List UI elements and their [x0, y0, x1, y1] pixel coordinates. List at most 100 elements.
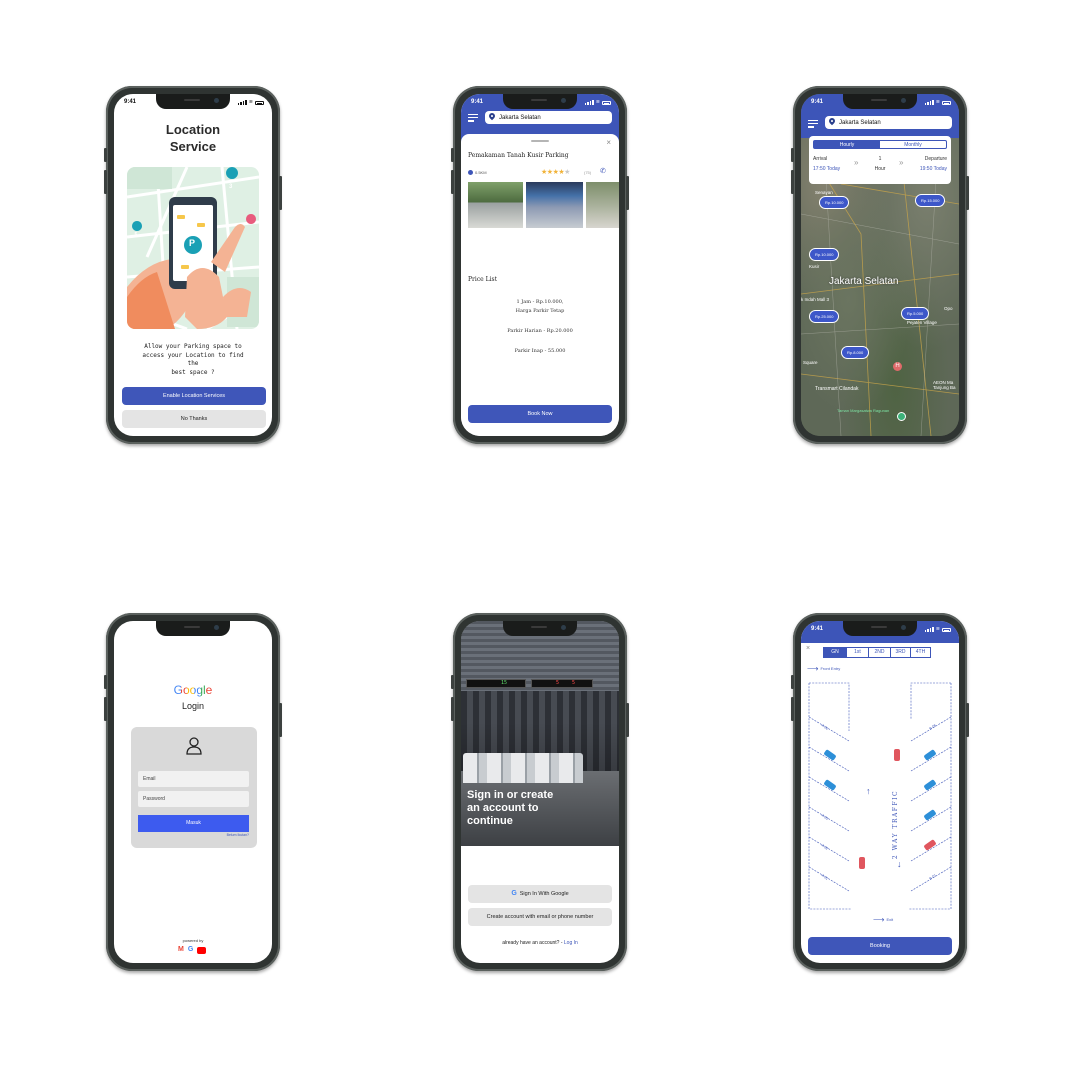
parking-sign: 5 5	[531, 679, 593, 688]
desc-line: the	[187, 360, 199, 367]
price-list-title: Price List	[468, 276, 498, 283]
screen-signin: 15 5 5 Sign in or create an account to c…	[461, 621, 619, 963]
arrival-block[interactable]: Arrival 17:50 Today	[813, 154, 840, 174]
tab-floor[interactable]: GN	[824, 648, 846, 657]
search-input[interactable]: Jakarta Selatan	[485, 111, 612, 124]
sign-count: 5	[556, 680, 560, 686]
phone-map: Senayan Kusir k Indah Mall 3 Square Tran…	[791, 86, 969, 444]
price-tag[interactable]: Rp.10.000	[819, 196, 850, 209]
menu-icon[interactable]	[468, 114, 478, 122]
parking-photo[interactable]	[586, 182, 619, 228]
parking-photo[interactable]	[526, 182, 583, 228]
phone-signin: 15 5 5 Sign in or create an account to c…	[451, 613, 629, 971]
no-thanks-button[interactable]: No Thanks	[122, 410, 266, 428]
google-signin-button[interactable]: G Sign In With Google	[468, 885, 612, 903]
title-line: Location	[165, 122, 221, 137]
volume-button	[791, 170, 794, 194]
screen-login: Google Login Email Password Masuk Belum …	[114, 621, 272, 963]
map-label: Square	[803, 360, 818, 365]
exit-marker: ⟶ Exit	[873, 915, 893, 924]
volume-button	[451, 675, 454, 689]
map-label: Transmart Cilandak	[815, 386, 859, 392]
price-tag[interactable]: Rp.10.000	[809, 248, 840, 261]
phone-login: Google Login Email Password Masuk Belum …	[104, 613, 282, 971]
create-account-button[interactable]: Create account with email or phone numbe…	[468, 908, 612, 926]
tab-floor[interactable]: 1st	[846, 648, 868, 657]
login-title: Login	[181, 701, 205, 711]
close-icon[interactable]: ×	[606, 138, 611, 147]
email-placeholder: Email	[143, 776, 156, 782]
marker-3-label: 3	[229, 184, 233, 190]
menu-icon[interactable]	[808, 120, 818, 128]
search-value: Jakarta Selatan	[499, 114, 541, 121]
price-tag[interactable]: Rp.8.000	[841, 346, 870, 359]
front-entry: ⟶ Front Entry	[807, 664, 840, 673]
status-bar: 9:41 ≋	[801, 96, 959, 108]
map-label: Senayan	[815, 190, 833, 195]
price-item: Harga Parkir Tetap	[515, 308, 565, 314]
departure-block[interactable]: Departure 19:50 Today	[920, 154, 947, 174]
arrow-up-icon: ↑	[866, 786, 871, 796]
hospital-icon: H	[893, 362, 902, 371]
map-label: Taman Margasatwa Ragunan	[837, 408, 890, 413]
sheet-handle[interactable]	[531, 140, 549, 142]
headline-line: Sign in or create	[467, 789, 554, 801]
parking-photo[interactable]	[468, 182, 523, 228]
park-icon	[897, 412, 906, 421]
volume-button	[791, 675, 794, 689]
register-link[interactable]: Belum Ikutan?	[227, 833, 249, 837]
chevrons-icon: »	[899, 158, 904, 167]
desc-line: access your Location to find	[142, 351, 244, 359]
place-title: Pemakaman Tanah Kusir Parking	[468, 152, 569, 159]
price-item: Parkir Harian - Rp.20.000	[507, 328, 573, 334]
powered-by-logos: M G	[178, 946, 207, 954]
map-illustration	[127, 167, 259, 329]
already-text: already have an account? -	[502, 940, 563, 946]
volume-button	[451, 697, 454, 721]
book-now-button[interactable]: Book Now	[468, 405, 612, 423]
traffic-label: 2 WAY TRAFFIC	[892, 789, 900, 860]
phone-parking-detail: 9:41 ≋ Jakarta Selatan × Pemakaman Tanah…	[451, 86, 629, 444]
enable-location-button[interactable]: Enable Location Services	[122, 387, 266, 405]
volume-button	[791, 697, 794, 721]
arrow-right-icon: ⟶	[873, 915, 885, 924]
battery-icon	[255, 101, 264, 105]
booking-button[interactable]: Booking	[808, 937, 952, 955]
headline-line: continue	[467, 815, 513, 827]
wifi-icon: ≋	[935, 99, 940, 105]
map-label: AEON Ma Tanjung Ba	[933, 380, 956, 390]
phone-icon[interactable]: ✆	[600, 167, 606, 175]
close-icon[interactable]: ×	[806, 645, 810, 652]
price-tag[interactable]: Rp.25.000	[809, 310, 840, 323]
distance-value: 0.5KM	[475, 170, 487, 175]
price-tag[interactable]: Rp.5.000	[901, 307, 930, 320]
lot-diagram	[808, 682, 952, 910]
map-city-label: Jakarta Selatan	[829, 276, 899, 287]
login-button[interactable]: Masuk	[138, 815, 249, 832]
tab-hourly[interactable]: Hourly	[814, 141, 880, 148]
rating-stars: ★★★★★	[541, 168, 570, 176]
price-tag[interactable]: Rp.15.000	[915, 194, 946, 207]
duration-block[interactable]: 1 Hour	[867, 154, 893, 174]
tab-monthly[interactable]: Monthly	[880, 141, 946, 148]
status-time: 9:41	[811, 99, 824, 105]
login-prompt: already have an account? - Log In	[461, 940, 619, 946]
tab-floor[interactable]: 4TH	[910, 648, 930, 657]
login-link[interactable]: Log In	[564, 940, 578, 946]
wifi-icon: ≋	[248, 99, 253, 105]
tab-floor[interactable]: 3RD	[890, 648, 910, 657]
status-bar: 9:41 ≋	[801, 623, 959, 635]
rate-toggle: Hourly Monthly	[813, 140, 947, 149]
search-input[interactable]: Jakarta Selatan	[825, 116, 952, 129]
google-signin-label: Sign In With Google	[519, 891, 569, 897]
volume-button	[104, 148, 107, 162]
parked-cars	[463, 753, 583, 783]
location-pin-icon	[487, 111, 497, 121]
volume-button	[104, 697, 107, 721]
signal-icon	[924, 627, 934, 632]
tab-floor[interactable]: 2ND	[868, 648, 890, 657]
email-field[interactable]: Email	[138, 771, 249, 787]
signal-icon	[924, 100, 934, 105]
sign-count: 15	[501, 680, 508, 686]
password-field[interactable]: Password	[138, 791, 249, 807]
